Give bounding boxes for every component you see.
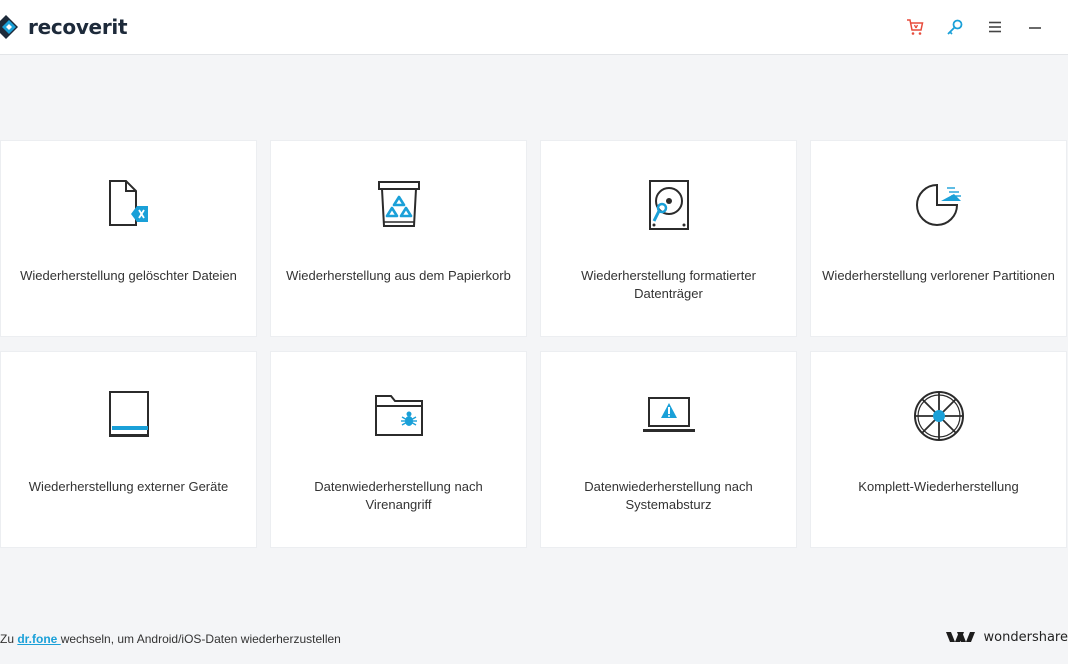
cart-icon[interactable]: [905, 17, 925, 37]
card-label: Wiederherstellung verlorener Partitionen: [822, 268, 1055, 283]
partition-icon: [811, 177, 1066, 233]
card-system-crash-recovery[interactable]: Datenwiederherstellung nach Systemabstur…: [540, 351, 797, 548]
key-icon[interactable]: [945, 17, 965, 37]
all-around-icon: [811, 388, 1066, 444]
card-all-around-recovery[interactable]: Komplett-Wiederherstellung: [810, 351, 1067, 548]
dr-fone-link[interactable]: dr.fone: [17, 632, 60, 646]
hard-drive-icon: [541, 177, 796, 233]
wondershare-logo-icon: [945, 632, 975, 642]
crashed-computer-icon: [541, 388, 796, 444]
app-name: recoverit: [28, 15, 128, 39]
card-deleted-files-recovery[interactable]: Wiederherstellung gelöschter Dateien: [0, 140, 257, 337]
card-label: Wiederherstellung formatierter Datenträg…: [581, 268, 756, 301]
card-recycle-bin-recovery[interactable]: Wiederherstellung aus dem Papierkorb: [270, 140, 527, 337]
card-virus-attack-recovery[interactable]: Datenwiederherstellung nach Virenangriff: [270, 351, 527, 548]
title-bar: recoverit: [0, 0, 1068, 55]
card-label: Datenwiederherstellung nach Virenangriff: [314, 479, 483, 512]
wondershare-brand: wondershare: [945, 628, 1068, 646]
app-logo: recoverit: [0, 11, 128, 43]
hint-suffix: wechseln, um Android/iOS-Daten wiederher…: [60, 632, 341, 646]
recycle-bin-icon: [271, 177, 526, 233]
card-lost-partition-recovery[interactable]: Wiederherstellung verlorener Partitionen: [810, 140, 1067, 337]
card-formatted-drive-recovery[interactable]: Wiederherstellung formatierter Datenträg…: [540, 140, 797, 337]
menu-icon[interactable]: [985, 17, 1005, 37]
deleted-file-icon: [1, 177, 256, 233]
card-label: Wiederherstellung gelöschter Dateien: [20, 268, 237, 283]
minimize-icon[interactable]: [1025, 17, 1045, 37]
card-label: Wiederherstellung externer Geräte: [28, 479, 229, 494]
external-device-icon: [1, 388, 256, 444]
card-label: Datenwiederherstellung nach Systemabstur…: [584, 479, 753, 512]
card-external-device-recovery[interactable]: Wiederherstellung externer Geräte: [0, 351, 257, 548]
card-label: Wiederherstellung aus dem Papierkorb: [286, 268, 511, 283]
brand-name: wondershare: [983, 629, 1068, 645]
recoverit-logo-icon: [0, 15, 18, 39]
dr-fone-hint: Zu dr.fone wechseln, um Android/iOS-Date…: [0, 632, 341, 646]
card-label: Komplett-Wiederherstellung: [858, 479, 1019, 494]
hint-prefix: Zu: [0, 632, 18, 646]
virus-folder-icon: [271, 388, 526, 444]
